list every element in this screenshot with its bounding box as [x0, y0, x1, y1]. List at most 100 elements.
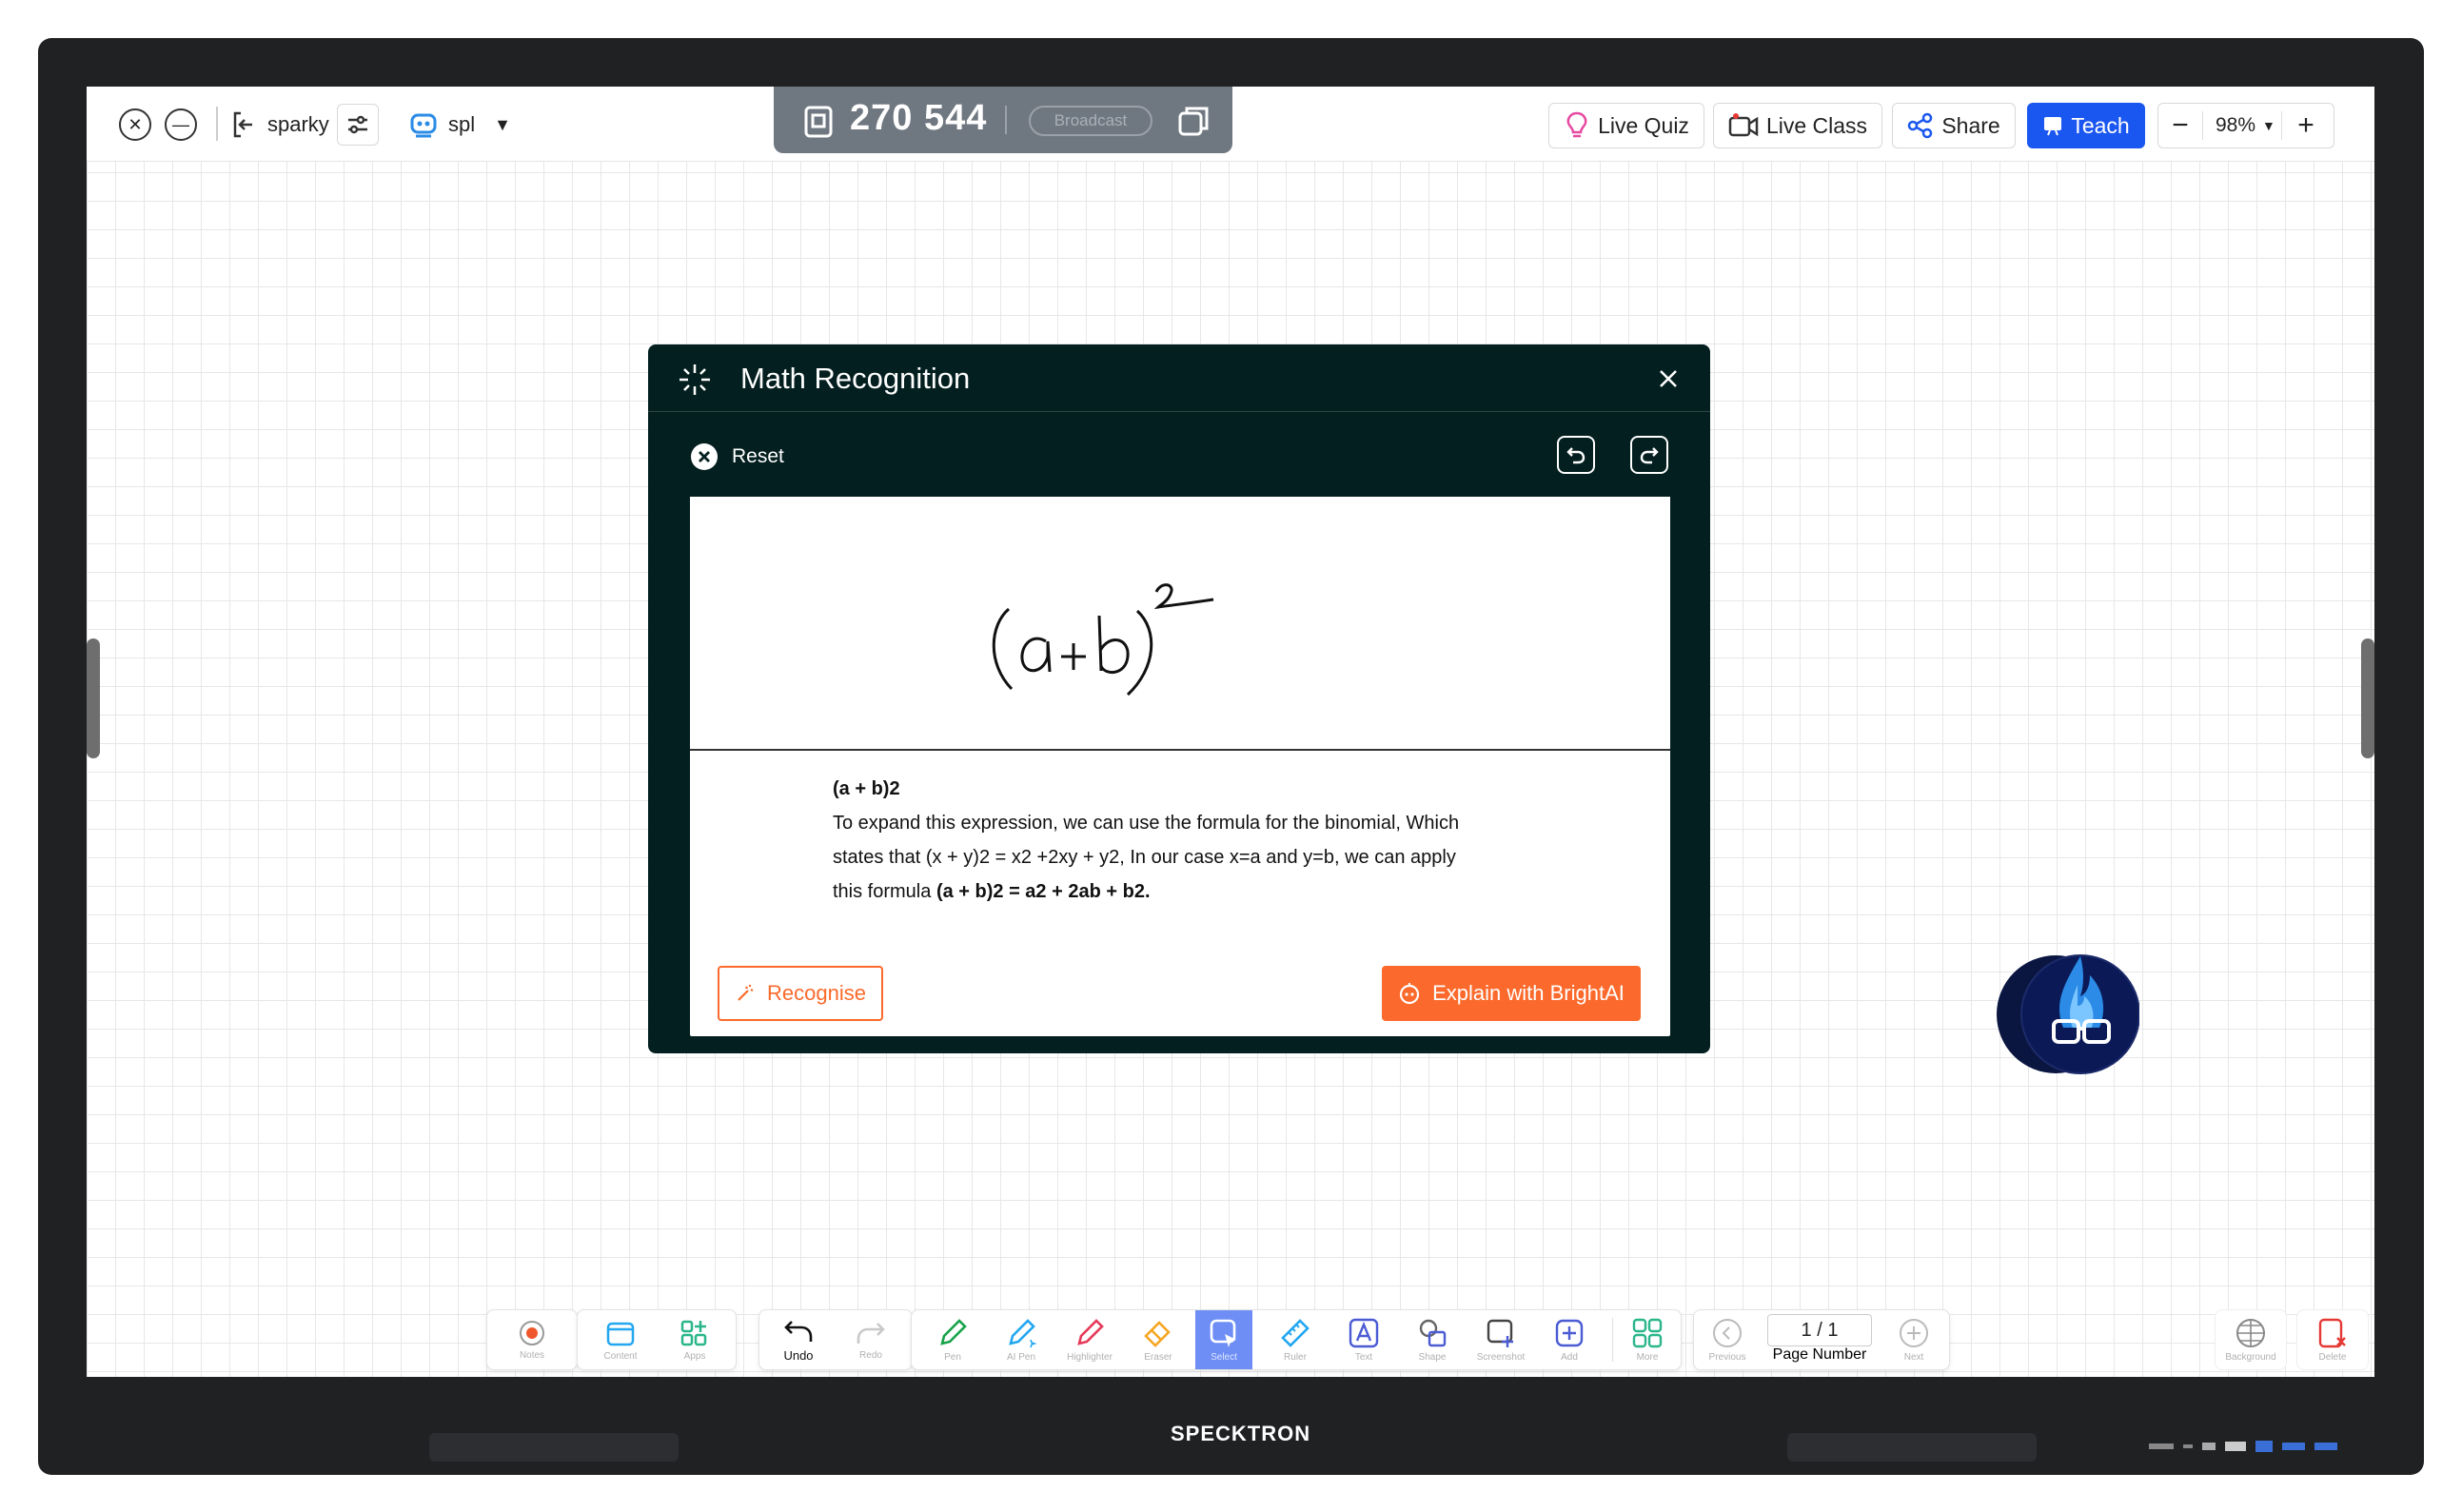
explain-with-brightai-button[interactable]: Explain with BrightAI: [1382, 966, 1641, 1021]
result-line-prefix: this formula: [833, 881, 936, 902]
next-page-tool[interactable]: Next: [1882, 1310, 1945, 1369]
highlighter-tool[interactable]: Highlighter: [1058, 1310, 1121, 1369]
ruler-tool[interactable]: Ruler: [1264, 1310, 1327, 1369]
redo-tool[interactable]: Redo: [839, 1310, 902, 1369]
result-line: To expand this expression, we can use th…: [833, 813, 1460, 834]
live-class-button[interactable]: Live Class: [1713, 103, 1882, 148]
chevron-down-icon[interactable]: ▼: [2262, 118, 2281, 133]
add-label: Add: [1561, 1352, 1578, 1363]
redo-stroke-button[interactable]: [1630, 436, 1668, 474]
delete-tool[interactable]: Delete: [2301, 1310, 2364, 1369]
logout-user-button[interactable]: sparky: [229, 106, 329, 144]
background-label: Background: [2225, 1352, 2276, 1363]
copy-icon[interactable]: [1176, 104, 1211, 138]
close-icon: ✕: [128, 114, 143, 134]
reset-button[interactable]: Reset: [690, 442, 784, 471]
record-icon: [520, 1321, 544, 1345]
brightai-assistant-avatar[interactable]: [1997, 947, 2140, 1082]
close-icon[interactable]: [1657, 367, 1680, 390]
eraser-tool[interactable]: Eraser: [1127, 1310, 1190, 1369]
add-square-icon: [1555, 1319, 1584, 1347]
redo-label: Redo: [859, 1350, 882, 1361]
broadcast-button[interactable]: Broadcast: [1029, 106, 1152, 136]
logout-icon: [233, 111, 252, 138]
pen-label: Pen: [944, 1352, 961, 1363]
eraser-label: Eraser: [1144, 1352, 1172, 1363]
share-icon: [1908, 112, 1933, 139]
more-label: More: [1636, 1352, 1659, 1363]
content-label: Content: [603, 1351, 638, 1362]
pen-tool[interactable]: Pen: [921, 1310, 984, 1369]
text-tool[interactable]: Text: [1332, 1310, 1395, 1369]
minimize-icon: —: [172, 114, 189, 134]
clear-circle-icon: [691, 443, 718, 470]
math-recognition-dialog: Math Recognition Reset (a + b)2 To expan…: [648, 344, 1710, 1053]
toolbar-group-delete: Delete: [2296, 1309, 2369, 1370]
result-line: states that (x + y)2 = x2 +2xy + y2, In …: [833, 847, 1456, 868]
top-bar: ✕ — sparky spl ▼ 270 544 Broadcast Live …: [87, 87, 2374, 162]
text-box-icon: [1349, 1318, 1379, 1348]
lasso-select-icon: [1210, 1319, 1236, 1347]
result-line: this formula (a + b)2 = a2 + 2ab + b2.: [833, 874, 1518, 909]
zoom-value[interactable]: 98%: [2209, 114, 2262, 137]
ruler-label: Ruler: [1284, 1352, 1307, 1363]
shape-tool[interactable]: Shape: [1401, 1310, 1464, 1369]
ai-pen-tool[interactable]: AI Pen: [990, 1310, 1053, 1369]
eraser-icon: [1144, 1321, 1171, 1347]
more-tool[interactable]: More: [1616, 1310, 1679, 1369]
teach-button[interactable]: Teach: [2027, 103, 2145, 148]
delete-label: Delete: [2318, 1352, 2347, 1363]
teach-label: Teach: [2071, 112, 2130, 138]
background-tool[interactable]: Background: [2219, 1310, 2282, 1369]
flame-goggles-icon: [1997, 954, 2140, 1074]
notes-tool[interactable]: Notes: [501, 1310, 563, 1369]
whiteboard-screen[interactable]: ✕ — sparky spl ▼ 270 544 Broadcast Live …: [87, 87, 2374, 1377]
plus-circle-icon: [1900, 1319, 1928, 1347]
next-label: Next: [1903, 1352, 1924, 1363]
apps-label: Apps: [683, 1351, 706, 1362]
add-tool[interactable]: Add: [1538, 1310, 1601, 1369]
undo-tool[interactable]: Undo: [767, 1310, 830, 1369]
close-app-button[interactable]: ✕: [119, 108, 151, 141]
share-label: Share: [1941, 112, 2000, 138]
screenshot-tool[interactable]: Screenshot: [1469, 1310, 1532, 1369]
undo-stroke-button[interactable]: [1557, 436, 1595, 474]
recognise-button[interactable]: Recognise: [718, 966, 883, 1021]
bot-icon: [1400, 983, 1420, 1005]
page-number-input[interactable]: 1 / 1: [1767, 1314, 1872, 1346]
delete-page-icon: [2318, 1318, 2346, 1348]
shapes-icon: [1419, 1319, 1447, 1347]
select-label: Select: [1211, 1352, 1237, 1363]
toolbar-group-drawing: Pen AI Pen Highlighter Eraser Select Rul…: [911, 1309, 1682, 1370]
handwriting-canvas[interactable]: [690, 497, 1670, 751]
sparkle-icon: [680, 364, 710, 395]
live-quiz-label: Live Quiz: [1598, 112, 1689, 138]
pen-icon: [940, 1319, 967, 1345]
live-quiz-button[interactable]: Live Quiz: [1548, 103, 1704, 148]
settings-sliders-button[interactable]: [337, 104, 379, 146]
zoom-in-button[interactable]: +: [2282, 109, 2330, 142]
select-tool[interactable]: Select: [1195, 1310, 1252, 1369]
left-panel-handle[interactable]: [87, 638, 100, 758]
profile-dropdown[interactable]: spl ▼: [406, 104, 511, 146]
user-name-label: sparky: [267, 112, 329, 136]
content-tool[interactable]: Content: [589, 1310, 652, 1369]
ruler-icon: [1281, 1319, 1310, 1347]
right-panel-handle[interactable]: [2361, 638, 2374, 758]
reset-label: Reset: [732, 445, 784, 467]
undo-icon: [784, 1321, 813, 1342]
minimize-button[interactable]: —: [165, 108, 197, 141]
io-ports: [2149, 1435, 2377, 1458]
more-grid-icon: [1632, 1318, 1663, 1348]
toolbar-group-background: Background: [2215, 1309, 2287, 1370]
share-button[interactable]: Share: [1892, 103, 2016, 148]
zoom-out-button[interactable]: −: [2158, 109, 2202, 142]
redo-icon: [857, 1323, 885, 1344]
apps-tool[interactable]: Apps: [663, 1310, 726, 1369]
divider: [1612, 1318, 1613, 1362]
previous-page-tool[interactable]: Previous: [1696, 1310, 1759, 1369]
toolbar-group-history: Undo Redo: [758, 1309, 913, 1370]
zoom-control: − 98% ▼ +: [2157, 103, 2334, 148]
ai-pen-label: AI Pen: [1006, 1352, 1036, 1363]
shape-label: Shape: [1418, 1352, 1447, 1363]
